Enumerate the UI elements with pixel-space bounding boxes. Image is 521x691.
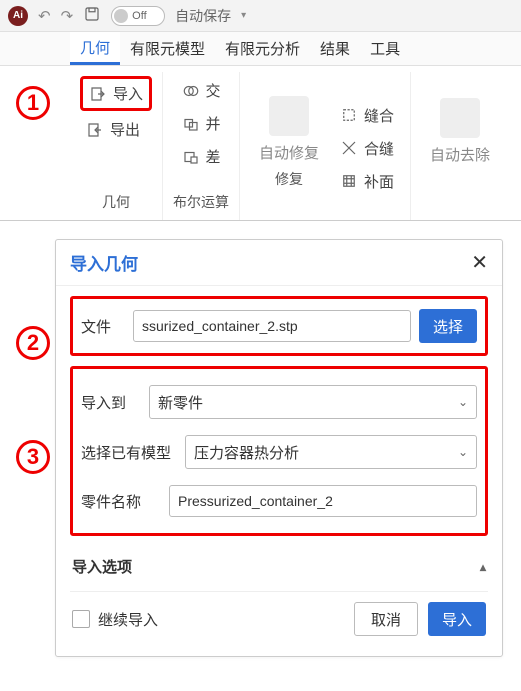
export-label: 导出 [110, 119, 140, 140]
auto-repair-button[interactable]: 自动修复 [250, 96, 328, 163]
chevron-down-icon: ⌄ [458, 395, 468, 409]
callout-2: 2 [16, 326, 50, 360]
patch-button[interactable]: 补面 [334, 167, 400, 196]
auto-repair-label: 自动修复 [259, 142, 319, 163]
autosave-text: 自动保存 [175, 6, 231, 26]
ribbon-group-repair: 自动修复 修复 缝合 合缝 补面 [240, 72, 411, 220]
import-options-header[interactable]: 导入选项 ▴ [70, 546, 488, 591]
ribbon-group-label: 几何 [102, 186, 130, 220]
ribbon-group-label: 修复 [275, 163, 303, 197]
select-model-label: 选择已有模型 [81, 442, 177, 463]
file-input[interactable] [133, 310, 411, 342]
file-section-highlight: 文件 选择 [70, 296, 488, 356]
save-icon[interactable] [83, 5, 101, 27]
tab-fem-analysis[interactable]: 有限元分析 [215, 32, 310, 65]
ribbon-group-boolean: 交 并 差 布尔运算 [163, 72, 240, 220]
intersect-label: 交 [206, 80, 221, 101]
callout-1: 1 [16, 86, 50, 120]
collapse-icon: ▴ [480, 560, 486, 574]
chevron-down-icon: ⌄ [458, 445, 468, 459]
import-geometry-panel: 导入几何 ✕ 文件 选择 导入到 新零件 ⌄ 选择已有模型 压力容器热分析 [55, 239, 503, 657]
stitch-button[interactable]: 合缝 [334, 134, 400, 163]
choose-file-button[interactable]: 选择 [419, 309, 477, 343]
import-to-value: 新零件 [158, 392, 203, 413]
import-options-label: 导入选项 [72, 556, 132, 577]
sew-icon [340, 106, 358, 124]
file-label: 文件 [81, 316, 125, 337]
app-logo: Ai [8, 6, 28, 26]
callout-3: 3 [16, 440, 50, 474]
import-to-select[interactable]: 新零件 ⌄ [149, 385, 477, 419]
stitch-label: 合缝 [364, 138, 394, 159]
export-button[interactable]: 导出 [80, 115, 152, 144]
ribbon-spacer [458, 190, 462, 220]
select-model-select[interactable]: 压力容器热分析 ⌄ [185, 435, 477, 469]
auto-dedup-label: 自动去除 [430, 144, 490, 165]
import-label: 导入 [113, 83, 143, 104]
ribbon: 导入 导出 几何 交 并 差 布尔运算 [0, 66, 521, 221]
continue-import-label: 继续导入 [98, 609, 158, 630]
continue-import-checkbox[interactable] [72, 610, 90, 628]
menu-bar: 几何 有限元模型 有限元分析 结果 工具 [0, 32, 521, 66]
part-name-label: 零件名称 [81, 491, 161, 512]
auto-dedup-icon [440, 98, 480, 138]
sew-label: 缝合 [364, 105, 394, 126]
union-button[interactable]: 并 [176, 109, 227, 138]
tab-geometry[interactable]: 几何 [70, 32, 120, 65]
tab-tools[interactable]: 工具 [360, 32, 410, 65]
part-name-input[interactable] [169, 485, 477, 517]
union-label: 并 [206, 113, 221, 134]
patch-label: 补面 [364, 171, 394, 192]
intersect-button[interactable]: 交 [176, 76, 227, 105]
title-bar: Ai ↶ ↷ Off 自动保存 ▾ [0, 0, 521, 32]
undo-icon[interactable]: ↶ [38, 7, 51, 25]
redo-icon[interactable]: ↷ [61, 7, 74, 25]
panel-title: 导入几何 [70, 250, 138, 275]
subtract-button[interactable]: 差 [176, 142, 227, 171]
tab-results[interactable]: 结果 [310, 32, 360, 65]
intersect-icon [182, 82, 200, 100]
union-icon [182, 115, 200, 133]
panel-footer: 继续导入 取消 导入 [70, 591, 488, 642]
patch-icon [340, 172, 358, 190]
export-icon [86, 121, 104, 139]
dropdown-icon[interactable]: ▾ [241, 10, 246, 21]
import-button[interactable]: 导入 [80, 76, 152, 111]
subtract-icon [182, 148, 200, 166]
auto-dedup-button[interactable]: 自动去除 [421, 72, 499, 190]
stitch-icon [340, 139, 358, 157]
import-to-label: 导入到 [81, 392, 141, 413]
toggle-knob-icon [114, 9, 128, 23]
tab-fem-model[interactable]: 有限元模型 [120, 32, 215, 65]
close-icon[interactable]: ✕ [471, 253, 488, 273]
select-model-value: 压力容器热分析 [194, 442, 299, 463]
panel-header: 导入几何 ✕ [56, 240, 502, 286]
auto-repair-icon [269, 96, 309, 136]
toggle-label: Off [132, 10, 146, 22]
ribbon-group-label: 布尔运算 [173, 186, 229, 220]
subtract-label: 差 [206, 146, 221, 167]
import-button-confirm[interactable]: 导入 [428, 602, 486, 636]
autosave-toggle[interactable]: Off [111, 6, 165, 26]
target-section-highlight: 导入到 新零件 ⌄ 选择已有模型 压力容器热分析 ⌄ 零件名称 [70, 366, 488, 536]
ribbon-group-dedup: 自动去除 [411, 72, 509, 220]
cancel-button[interactable]: 取消 [354, 602, 418, 636]
import-icon [89, 85, 107, 103]
sew-button[interactable]: 缝合 [334, 101, 400, 130]
ribbon-group-geometry: 导入 导出 几何 [70, 72, 163, 220]
